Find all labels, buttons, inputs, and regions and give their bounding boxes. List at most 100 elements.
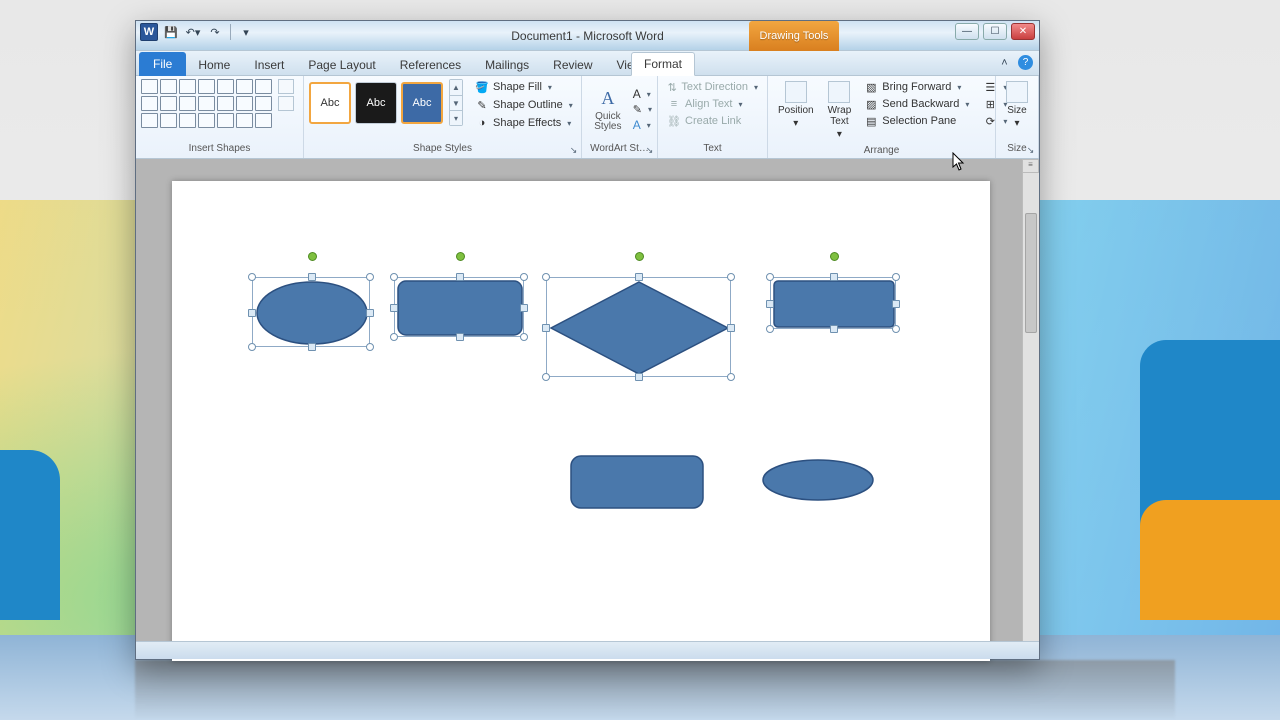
- group-insert-shapes: Insert Shapes: [136, 76, 304, 158]
- shape-ellipse[interactable]: [762, 459, 874, 501]
- shape-option[interactable]: [141, 113, 158, 128]
- group-wordart-styles: A Quick Styles A▾ ✎▾ A▾ WordArt St… ↘: [582, 76, 658, 158]
- shape-option[interactable]: [236, 79, 253, 94]
- group-label: Arrange: [768, 145, 995, 158]
- shapes-gallery[interactable]: [141, 79, 272, 128]
- create-link-button[interactable]: ⛓Create Link: [663, 113, 762, 129]
- link-icon: ⛓: [667, 114, 681, 128]
- rotate-handle[interactable]: [456, 252, 465, 261]
- shape-option[interactable]: [236, 113, 253, 128]
- shape-ellipse[interactable]: [253, 278, 369, 346]
- shape-styles-gallery[interactable]: Abc Abc Abc ▲▼▾: [309, 79, 463, 126]
- text-outline-button[interactable]: ✎▾: [633, 103, 652, 116]
- style-swatch-2[interactable]: Abc: [355, 82, 397, 124]
- shape-option[interactable]: [179, 96, 196, 111]
- quick-styles-label: Quick Styles: [587, 112, 629, 132]
- status-bar[interactable]: [136, 641, 1039, 659]
- style-swatch-1[interactable]: Abc: [309, 82, 351, 124]
- position-icon: [785, 81, 807, 103]
- tab-page-layout[interactable]: Page Layout: [296, 54, 387, 76]
- tab-insert[interactable]: Insert: [242, 54, 296, 76]
- shape-option[interactable]: [217, 113, 234, 128]
- shape-option[interactable]: [198, 79, 215, 94]
- bring-forward-button[interactable]: ▧Bring Forward▾: [860, 79, 973, 95]
- tab-review[interactable]: Review: [541, 54, 604, 76]
- dialog-launcher[interactable]: ↘: [568, 145, 579, 156]
- help-button[interactable]: ?: [1018, 55, 1033, 70]
- selection-rect[interactable]: [770, 277, 896, 329]
- document-workspace[interactable]: ≡: [136, 159, 1039, 641]
- undo-button[interactable]: ↶▾: [184, 23, 202, 41]
- wrap-text-button[interactable]: Wrap Text▾: [823, 79, 857, 142]
- shape-option[interactable]: [255, 79, 272, 94]
- rotate-handle[interactable]: [830, 252, 839, 261]
- ribbon-tabs: File Home Insert Page Layout References …: [136, 51, 1039, 76]
- shape-diamond[interactable]: [547, 278, 730, 376]
- send-backward-button[interactable]: ▨Send Backward▾: [860, 96, 973, 112]
- size-button[interactable]: Size▾: [1001, 79, 1033, 131]
- text-effects-button[interactable]: A▾: [633, 118, 652, 132]
- shape-option[interactable]: [179, 113, 196, 128]
- shape-option[interactable]: [160, 96, 177, 111]
- selection-ellipse[interactable]: [252, 277, 370, 347]
- text-fill-button[interactable]: A▾: [633, 87, 652, 101]
- shape-option[interactable]: [236, 96, 253, 111]
- maximize-button[interactable]: ☐: [983, 23, 1007, 40]
- minimize-button[interactable]: —: [955, 23, 979, 40]
- shape-option[interactable]: [160, 113, 177, 128]
- tab-format[interactable]: Format: [631, 52, 695, 76]
- tab-file[interactable]: File: [139, 52, 186, 76]
- shape-option[interactable]: [198, 96, 215, 111]
- title-bar[interactable]: W 💾 ↶▾ ↷ ▾ Document1 - Microsoft Word Dr…: [136, 21, 1039, 51]
- gallery-more[interactable]: ▲▼▾: [449, 79, 463, 126]
- tab-references[interactable]: References: [388, 54, 473, 76]
- shape-rect[interactable]: [771, 278, 895, 328]
- tab-mailings[interactable]: Mailings: [473, 54, 541, 76]
- selection-diamond[interactable]: [546, 277, 731, 377]
- dialog-launcher[interactable]: ↘: [1025, 145, 1036, 156]
- shape-option[interactable]: [255, 96, 272, 111]
- rotate-handle[interactable]: [635, 252, 644, 261]
- shape-effects-button[interactable]: ◑Shape Effects▾: [471, 115, 577, 131]
- dialog-launcher[interactable]: ↘: [644, 145, 655, 156]
- align-text-button[interactable]: ≡Align Text▾: [663, 96, 762, 112]
- qat-customize[interactable]: ▾: [237, 23, 255, 41]
- selection-pane-button[interactable]: ▤Selection Pane: [860, 113, 973, 129]
- vertical-scrollbar[interactable]: [1022, 173, 1039, 641]
- deco-shape: [0, 450, 60, 620]
- shape-outline-button[interactable]: ✎Shape Outline▾: [471, 97, 577, 113]
- tab-home[interactable]: Home: [186, 54, 242, 76]
- shape-fill-button[interactable]: 🪣Shape Fill▾: [471, 79, 577, 95]
- shape-option[interactable]: [141, 96, 158, 111]
- word-window: W 💾 ↶▾ ↷ ▾ Document1 - Microsoft Word Dr…: [135, 20, 1040, 660]
- shape-option[interactable]: [179, 79, 196, 94]
- text-box-button[interactable]: [278, 96, 294, 111]
- style-swatch-3[interactable]: Abc: [401, 82, 443, 124]
- window-title: Document1 - Microsoft Word: [136, 21, 1039, 51]
- quick-styles-button[interactable]: A: [597, 88, 619, 110]
- shape-rounded-rect[interactable]: [570, 455, 704, 509]
- rotate-handle[interactable]: [308, 252, 317, 261]
- scrollbar-thumb[interactable]: [1025, 213, 1037, 333]
- document-page[interactable]: [172, 181, 990, 661]
- shape-option[interactable]: [160, 79, 177, 94]
- position-button[interactable]: Position▾: [773, 79, 819, 131]
- close-button[interactable]: ✕: [1011, 23, 1035, 40]
- edit-shape-button[interactable]: [278, 79, 294, 94]
- bring-forward-icon: ▧: [864, 80, 878, 94]
- selection-rounded-rect[interactable]: [394, 277, 524, 337]
- app-icon[interactable]: W: [140, 23, 158, 41]
- redo-button[interactable]: ↷: [206, 23, 224, 41]
- split-handle[interactable]: ≡: [1022, 159, 1039, 173]
- collapse-ribbon-button[interactable]: ˄: [997, 55, 1012, 70]
- shape-option[interactable]: [217, 79, 234, 94]
- text-direction-icon: ⇅: [667, 80, 677, 94]
- shape-option[interactable]: [255, 113, 272, 128]
- text-direction-button[interactable]: ⇅Text Direction▾: [663, 79, 762, 95]
- shape-option[interactable]: [198, 113, 215, 128]
- group-arrange: Position▾ Wrap Text▾ ▧Bring Forward▾ ▨Se…: [768, 76, 996, 158]
- shape-option[interactable]: [217, 96, 234, 111]
- shape-option[interactable]: [141, 79, 158, 94]
- shape-rounded-rect[interactable]: [395, 278, 523, 336]
- save-button[interactable]: 💾: [162, 23, 180, 41]
